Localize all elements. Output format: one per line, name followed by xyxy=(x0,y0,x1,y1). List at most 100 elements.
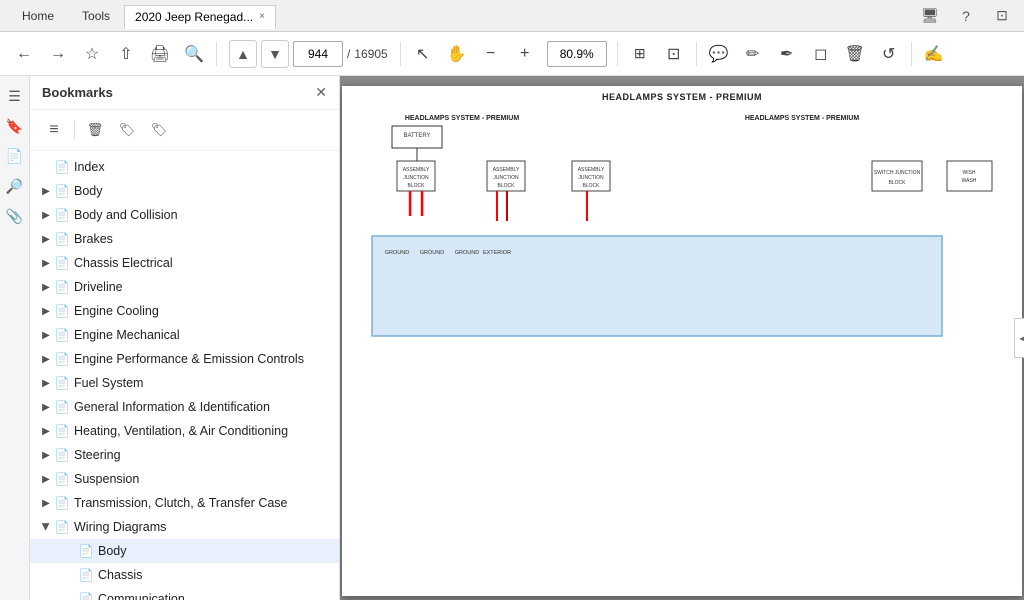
window-icon-btn[interactable]: ⊡ xyxy=(988,2,1016,30)
bm-doc-icon-wiring: 📄 xyxy=(54,519,70,535)
svg-text:BLOCK: BLOCK xyxy=(498,183,516,189)
bm-item-body[interactable]: ▶ 📄 Body xyxy=(30,179,339,203)
bm-tag1-button[interactable]: 🏷 xyxy=(113,116,141,144)
cursor-button[interactable]: ↖ xyxy=(407,38,439,70)
bm-doc-icon-body-collision: 📄 xyxy=(54,207,70,223)
delete-button[interactable]: 🗑 xyxy=(839,38,871,70)
bm-delete-button[interactable]: 🗑 xyxy=(81,116,109,144)
bm-chevron-chassis-elec: ▶ xyxy=(38,255,54,271)
search-icon[interactable]: 🔎 xyxy=(3,174,27,198)
attach-icon[interactable]: 📎 xyxy=(3,204,27,228)
bm-doc-icon: 📄 xyxy=(54,159,70,175)
svg-text:EXTERIOR: EXTERIOR xyxy=(483,250,511,256)
bm-item-chassis-electrical[interactable]: ▶ 📄 Chassis Electrical xyxy=(30,251,339,275)
bm-chevron-general: ▶ xyxy=(38,399,54,415)
bm-item-transmission[interactable]: ▶ 📄 Transmission, Clutch, & Transfer Cas… xyxy=(30,491,339,515)
bm-item-wd-communication[interactable]: 📄 Communication xyxy=(30,587,339,600)
bm-chevron-engine-cooling: ▶ xyxy=(38,303,54,319)
upload-button[interactable]: ⇧ xyxy=(110,38,142,70)
bm-tag2-button[interactable]: 🏷 xyxy=(145,116,173,144)
bm-label-wd-chassis: Chassis xyxy=(98,568,142,582)
bm-doc-icon-wd-comm: 📄 xyxy=(78,591,94,600)
bm-doc-icon-body: 📄 xyxy=(54,183,70,199)
comment-button[interactable]: 💬 xyxy=(703,38,735,70)
svg-text:HEADLAMPS SYSTEM - PREMIUM: HEADLAMPS SYSTEM - PREMIUM xyxy=(405,115,520,122)
bm-label-steering: Steering xyxy=(74,448,121,462)
bm-label-general-info: General Information & Identification xyxy=(74,400,270,414)
bm-label-engine-mechanical: Engine Mechanical xyxy=(74,328,180,342)
svg-text:BLOCK: BLOCK xyxy=(583,183,601,189)
bm-item-engine-mechanical[interactable]: ▶ 📄 Engine Mechanical xyxy=(30,323,339,347)
sign-button[interactable]: ✍ xyxy=(918,38,950,70)
next-page-button[interactable]: ▼ xyxy=(261,40,289,68)
print-button[interactable]: 🖨 xyxy=(144,38,176,70)
bm-item-brakes[interactable]: ▶ 📄 Brakes xyxy=(30,227,339,251)
page-input[interactable] xyxy=(293,41,343,67)
bm-chevron-fuel: ▶ xyxy=(38,375,54,391)
bookmark-button[interactable]: ☆ xyxy=(76,38,108,70)
sidebar-toggle-icon[interactable]: ☰ xyxy=(3,84,27,108)
bm-label-brakes: Brakes xyxy=(74,232,113,246)
bm-doc-icon-general: 📄 xyxy=(54,399,70,415)
zoom-group xyxy=(547,41,607,67)
help-icon-btn[interactable]: ? xyxy=(952,2,980,30)
bm-doc-icon-engine-cooling: 📄 xyxy=(54,303,70,319)
bm-item-index[interactable]: 📄 Index xyxy=(30,155,339,179)
bm-label-body: Body xyxy=(74,184,103,198)
bm-menu-button[interactable]: ≡ xyxy=(40,116,68,144)
zoom-search-button[interactable]: 🔍 xyxy=(178,38,210,70)
panel-collapse-button[interactable]: ◀ xyxy=(1014,318,1024,358)
tab-tools[interactable]: Tools xyxy=(68,3,124,29)
tab-home[interactable]: Home xyxy=(8,3,68,29)
toolbar-sep-5 xyxy=(911,42,912,66)
highlight-button[interactable]: ✒ xyxy=(771,38,803,70)
bm-item-fuel-system[interactable]: ▶ 📄 Fuel System xyxy=(30,371,339,395)
bookmarks-close-button[interactable]: ✕ xyxy=(315,84,327,101)
bm-item-hvac[interactable]: ▶ 📄 Heating, Ventilation, & Air Conditio… xyxy=(30,419,339,443)
svg-text:JUNCTION: JUNCTION xyxy=(493,175,519,181)
bm-item-general-info[interactable]: ▶ 📄 General Information & Identification xyxy=(30,395,339,419)
bookmarks-panel: Bookmarks ✕ ≡ 🗑 🏷 🏷 📄 Index ▶ 📄 Body xyxy=(30,76,340,600)
zoom-input[interactable] xyxy=(547,41,607,67)
forward-button[interactable]: → xyxy=(42,38,74,70)
pen-button[interactable]: ✏ xyxy=(737,38,769,70)
tab-bar: Home Tools 2020 Jeep Renegad... × xyxy=(8,3,276,29)
toolbar-sep-2 xyxy=(400,42,401,66)
bm-item-steering[interactable]: ▶ 📄 Steering xyxy=(30,443,339,467)
page-sep: / xyxy=(347,47,350,61)
bm-label-suspension: Suspension xyxy=(74,472,139,486)
bm-item-body-collision[interactable]: ▶ 📄 Body and Collision xyxy=(30,203,339,227)
tab-doc[interactable]: 2020 Jeep Renegad... × xyxy=(124,5,276,29)
bm-chevron-wd-comm xyxy=(62,591,78,600)
layers-icon[interactable]: 📄 xyxy=(3,144,27,168)
zoom-out-button[interactable]: − xyxy=(475,38,507,70)
hand-button[interactable]: ✋ xyxy=(441,38,473,70)
bm-item-wd-chassis[interactable]: 📄 Chassis xyxy=(30,563,339,587)
undo-button[interactable]: ↺ xyxy=(873,38,905,70)
svg-text:BATTERY: BATTERY xyxy=(403,133,430,139)
tab-close-icon[interactable]: × xyxy=(259,11,265,22)
bm-label-transmission: Transmission, Clutch, & Transfer Case xyxy=(74,496,288,510)
svg-text:JUNCTION: JUNCTION xyxy=(578,175,604,181)
bm-chevron-wiring: ▶ xyxy=(38,519,54,535)
monitor-icon-btn[interactable]: 🖥 xyxy=(916,2,944,30)
bm-item-driveline[interactable]: ▶ 📄 Driveline xyxy=(30,275,339,299)
bm-item-engine-performance[interactable]: ▶ 📄 Engine Performance & Emission Contro… xyxy=(30,347,339,371)
bm-item-wiring-diagrams[interactable]: ▶ 📄 Wiring Diagrams xyxy=(30,515,339,539)
snap-button[interactable]: ⊞ xyxy=(624,38,656,70)
bookmarks-icon[interactable]: 🔖 xyxy=(3,114,27,138)
bm-doc-icon-wd-chassis: 📄 xyxy=(78,567,94,583)
bm-item-suspension[interactable]: ▶ 📄 Suspension xyxy=(30,467,339,491)
crop-button[interactable]: ⊡ xyxy=(658,38,690,70)
back-button[interactable]: ← xyxy=(8,38,40,70)
bm-doc-icon-suspension: 📄 xyxy=(54,471,70,487)
prev-page-button[interactable]: ▲ xyxy=(229,40,257,68)
svg-text:SWITCH JUNCTION: SWITCH JUNCTION xyxy=(874,170,921,176)
shape-button[interactable]: ◻ xyxy=(805,38,837,70)
bm-item-wd-body[interactable]: 📄 Body xyxy=(30,539,339,563)
page-total: 16905 xyxy=(354,47,387,61)
bm-item-engine-cooling[interactable]: ▶ 📄 Engine Cooling xyxy=(30,299,339,323)
svg-text:BLOCK: BLOCK xyxy=(889,180,907,186)
zoom-in-button[interactable]: + xyxy=(509,38,541,70)
bm-chevron-engine-mech: ▶ xyxy=(38,327,54,343)
